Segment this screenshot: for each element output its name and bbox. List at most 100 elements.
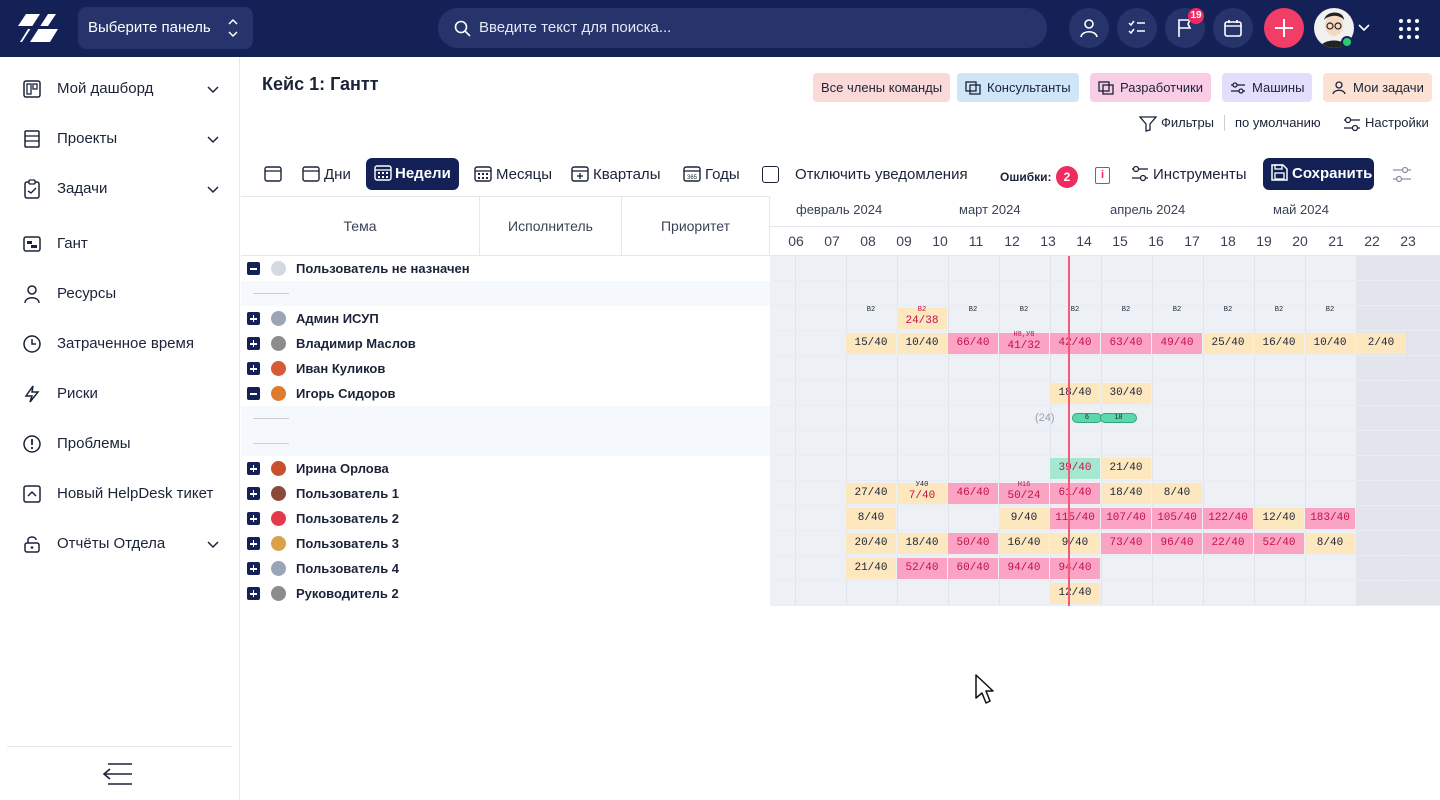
workload-cell[interactable]: В2 (846, 306, 896, 329)
expand-icon[interactable] (247, 337, 260, 350)
workload-cell[interactable]: 96/40 (1152, 533, 1202, 554)
errors-count-badge[interactable]: 2 (1056, 166, 1078, 188)
workload-cell[interactable]: 52/40 (1254, 533, 1304, 554)
workload-cell[interactable]: В2 (1101, 306, 1151, 329)
sidebar-item-reports[interactable]: Отчёты Отдела (0, 524, 240, 564)
checklist-button[interactable] (1117, 8, 1157, 48)
workload-cell[interactable]: 27/40 (846, 483, 896, 504)
expand-icon[interactable] (247, 487, 260, 500)
workload-cell[interactable]: 12/40 (1254, 508, 1304, 529)
sidebar-item-gantt[interactable]: Гант (0, 224, 240, 264)
workload-cell[interactable]: В2 (948, 306, 998, 329)
workload-cell[interactable]: 15/40 (846, 333, 896, 354)
workload-cell[interactable]: В2 (1203, 306, 1253, 329)
sidebar-item-time-spent[interactable]: Затраченное время (0, 324, 240, 364)
workload-cell[interactable]: В2 (1254, 306, 1304, 329)
sidebar-item-dashboard[interactable]: Мой дашборд (0, 69, 240, 109)
workload-cell[interactable]: 16/40 (999, 533, 1049, 554)
chip-machines[interactable]: Машины (1222, 73, 1313, 102)
view-months-button[interactable]: Месяцы (474, 160, 552, 190)
workload-cell[interactable]: В2 (999, 306, 1049, 329)
panel-select[interactable]: Выберите панель (78, 7, 253, 49)
gantt-row[interactable]: Пользователь 1 27/40 У40 7/40 46/40 Н16 50/24 6… (241, 481, 1440, 506)
view-weeks-button[interactable]: Недели (366, 158, 459, 190)
expand-icon[interactable] (247, 312, 260, 325)
gantt-subrow[interactable] (241, 431, 1440, 456)
info-icon[interactable]: i (1095, 167, 1110, 184)
gantt-row[interactable]: Пользователь не назначен (241, 256, 1440, 281)
workload-cell[interactable]: Н8,У8 41/32 (999, 331, 1049, 354)
sidebar-item-tasks[interactable]: Задачи (0, 169, 240, 209)
workload-cell[interactable]: 22/40 (1203, 533, 1253, 554)
workload-cell[interactable]: 30/40 (1101, 383, 1151, 404)
workload-cell[interactable]: 18/40 (897, 533, 947, 554)
gantt-row[interactable]: Игорь Сидоров 18/40 30/40 (241, 381, 1440, 406)
workload-cell[interactable]: 94/40 (1050, 558, 1100, 579)
expand-icon[interactable] (247, 362, 260, 375)
logo-icon[interactable] (18, 14, 58, 42)
workload-cell[interactable]: 8/40 (1305, 533, 1355, 554)
tools-button[interactable]: Инструменты (1131, 160, 1247, 190)
expand-icon[interactable] (247, 537, 260, 550)
view-days-button[interactable]: Дни (302, 160, 351, 190)
sidebar-item-resources[interactable]: Ресурсы (0, 274, 240, 314)
task-bar[interactable]: 18 (1100, 413, 1137, 423)
expand-icon[interactable] (247, 562, 260, 575)
task-bar[interactable]: 6 (1072, 413, 1102, 423)
gantt-row[interactable]: Ирина Орлова 39/40 21/40 (241, 456, 1440, 481)
collapse-icon[interactable] (247, 387, 260, 400)
gantt-row[interactable]: Админ ИСУП В2 В2 24/38 В2 В2 В2 В2 В2 В2 В2 В2 (241, 306, 1440, 331)
gantt-row[interactable]: Пользователь 3 20/40 18/40 50/40 16/40 9/40 73… (241, 531, 1440, 556)
filters-button[interactable]: Фильтры (1138, 113, 1214, 133)
calendar-today-button[interactable] (264, 160, 286, 190)
disable-notifications-checkbox[interactable] (762, 166, 779, 183)
workload-cell[interactable]: 9/40 (1050, 533, 1100, 554)
workload-cell[interactable]: 63/40 (1101, 333, 1151, 354)
workload-cell[interactable]: Н16 50/24 (999, 481, 1049, 504)
workload-cell[interactable]: В2 (1050, 306, 1100, 329)
expand-icon[interactable] (247, 512, 260, 525)
sidebar-item-risks[interactable]: Риски (0, 374, 240, 414)
workload-cell[interactable]: 8/40 (1152, 483, 1202, 504)
workload-cell[interactable]: 94/40 (999, 558, 1049, 579)
view-years-button[interactable]: 365 Годы (683, 160, 740, 190)
sidebar-item-problems[interactable]: Проблемы (0, 424, 240, 464)
workload-cell[interactable]: 50/40 (948, 533, 998, 554)
gantt-row[interactable]: Иван Куликов (241, 356, 1440, 381)
column-header-topic[interactable]: Тема (241, 196, 480, 256)
workload-cell[interactable]: 49/40 (1152, 333, 1202, 354)
workload-cell[interactable]: 20/40 (846, 533, 896, 554)
workload-cell[interactable]: 107/40 (1101, 508, 1151, 529)
workload-cell[interactable]: 122/40 (1203, 508, 1253, 529)
workload-cell[interactable]: 9/40 (999, 508, 1049, 529)
workload-cell[interactable]: 10/40 (897, 333, 947, 354)
gantt-subrow[interactable]: (24) 6 18 (241, 406, 1440, 431)
profile-button[interactable] (1069, 8, 1109, 48)
workload-cell[interactable]: 46/40 (948, 483, 998, 504)
workload-cell[interactable]: 42/40 (1050, 333, 1100, 354)
gantt-row[interactable]: Руководитель 2 12/40 (241, 581, 1440, 606)
sidebar-item-helpdesk[interactable]: Новый HelpDesk тикет (0, 474, 240, 514)
calendar-button[interactable] (1213, 8, 1253, 48)
collapse-icon[interactable] (247, 262, 260, 275)
workload-cell[interactable]: 8/40 (846, 508, 896, 529)
column-header-priority[interactable]: Приоритет (622, 196, 770, 256)
chip-consultants[interactable]: Консультанты (957, 73, 1079, 102)
apps-grid-icon[interactable] (1398, 18, 1420, 40)
workload-cell[interactable]: 21/40 (1101, 458, 1151, 479)
chevron-down-icon[interactable] (1358, 24, 1370, 32)
workload-cell[interactable]: 2/40 (1356, 333, 1406, 354)
search-input[interactable]: Введите текст для поиска... (438, 8, 1047, 48)
workload-cell[interactable]: В2 (1152, 306, 1202, 329)
workload-cell[interactable]: 61/40 (1050, 483, 1100, 504)
gantt-subrow[interactable] (241, 281, 1440, 306)
gantt-row[interactable]: Пользователь 4 21/40 52/40 60/40 94/40 94/40 (241, 556, 1440, 581)
workload-cell[interactable]: 18/40 (1101, 483, 1151, 504)
chip-developers[interactable]: Разработчики (1090, 73, 1212, 102)
expand-icon[interactable] (247, 462, 260, 475)
save-button[interactable]: Сохранить (1263, 158, 1374, 190)
workload-cell[interactable]: 21/40 (846, 558, 896, 579)
expand-icon[interactable] (247, 587, 260, 600)
collapse-sidebar-icon[interactable] (102, 761, 134, 787)
sidebar-item-projects[interactable]: Проекты (0, 119, 240, 159)
